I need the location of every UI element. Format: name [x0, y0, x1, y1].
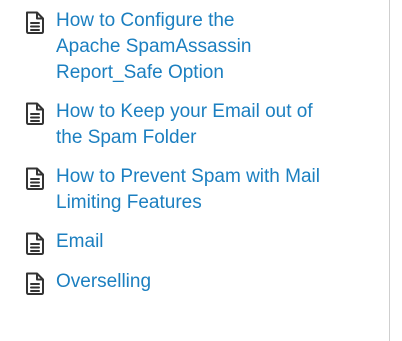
document-icon — [24, 231, 46, 256]
document-icon — [24, 101, 46, 126]
article-link[interactable]: How to Keep your Email out of the Spam F… — [56, 99, 326, 151]
list-item: How to Prevent Spam with Mail Limiting F… — [24, 164, 389, 216]
document-icon — [24, 166, 46, 191]
article-link[interactable]: How to Prevent Spam with Mail Limiting F… — [56, 164, 326, 216]
related-articles-panel: How to Configure the Apache SpamAssassin… — [0, 0, 390, 341]
list-item: Email — [24, 229, 389, 256]
article-link[interactable]: Overselling — [56, 269, 151, 295]
document-icon — [24, 10, 46, 35]
list-item: Overselling — [24, 269, 389, 296]
document-icon — [24, 271, 46, 296]
article-link[interactable]: Email — [56, 229, 104, 255]
list-item: How to Configure the Apache SpamAssassin… — [24, 8, 389, 86]
article-link[interactable]: How to Configure the Apache SpamAssassin… — [56, 8, 296, 86]
list-item: How to Keep your Email out of the Spam F… — [24, 99, 389, 151]
article-list: How to Configure the Apache SpamAssassin… — [0, 0, 389, 296]
